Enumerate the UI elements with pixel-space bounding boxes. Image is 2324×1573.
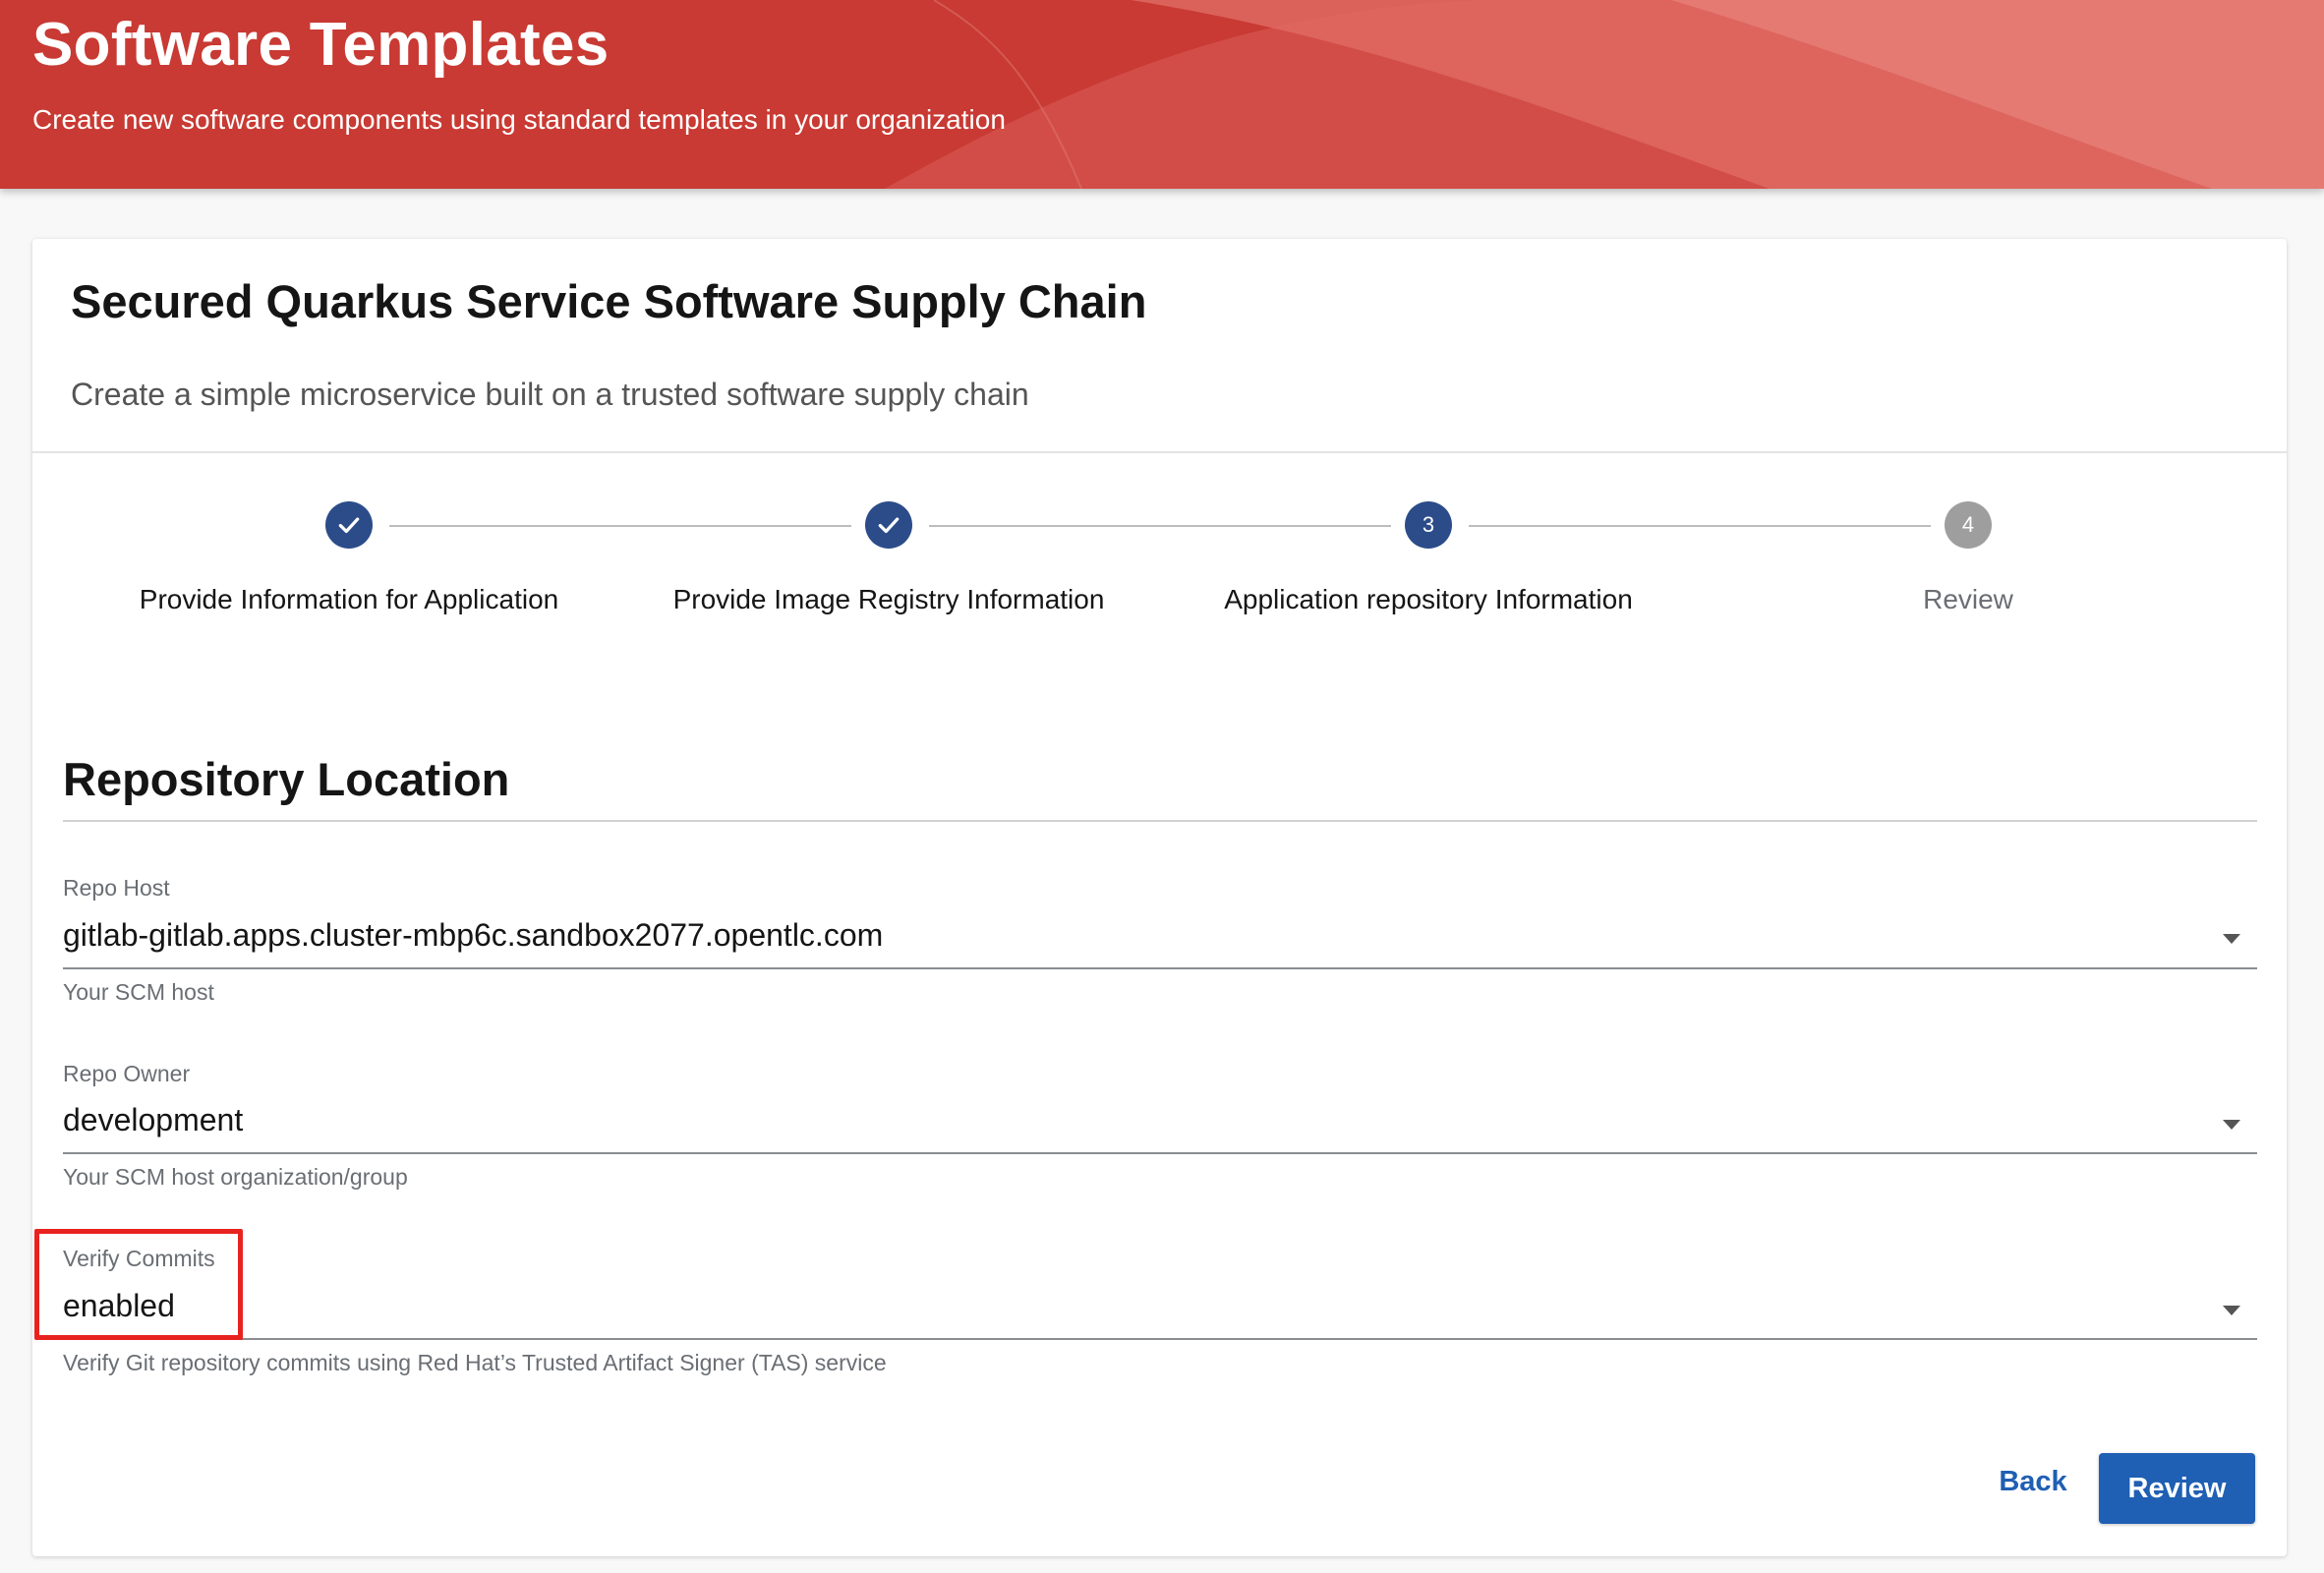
template-card: Secured Quarkus Service Software Supply …: [32, 239, 2287, 1556]
template-description: Create a simple microservice built on a …: [71, 377, 1029, 412]
repo-owner-value[interactable]: development: [63, 1102, 243, 1138]
step-connector: [929, 525, 1391, 527]
page-subtitle: Create new software components using sta…: [32, 104, 1006, 135]
page-title: Software Templates: [32, 11, 610, 79]
repo-host-label: Repo Host: [63, 875, 170, 901]
section-title: Repository Location: [63, 753, 510, 805]
step-2-label: Provide Image Registry Information: [672, 584, 1105, 614]
section-divider: [63, 820, 2257, 822]
step-4-indicator: 4: [1945, 501, 1992, 549]
review-button[interactable]: Review: [2099, 1453, 2255, 1524]
step-connector: [389, 525, 851, 527]
step-1-check-icon: [325, 501, 373, 549]
chevron-down-icon[interactable]: [2223, 1306, 2240, 1315]
step-2-check-icon: [865, 501, 912, 549]
back-button[interactable]: Back: [1979, 1454, 2087, 1509]
repo-host-underline: [63, 967, 2257, 969]
repo-owner-label: Repo Owner: [63, 1061, 191, 1086]
template-title: Secured Quarkus Service Software Supply …: [71, 275, 1147, 327]
page-header: Software Templates Create new software c…: [0, 0, 2324, 189]
highlight-annotation-box: [34, 1229, 243, 1340]
verify-commits-help: Verify Git repository commits using Red …: [63, 1350, 887, 1375]
step-4-label: Review: [1923, 584, 2013, 614]
chevron-down-icon[interactable]: [2223, 1120, 2240, 1130]
step-connector: [1469, 525, 1931, 527]
repo-owner-underline: [63, 1152, 2257, 1154]
step-1-label: Provide Information for Application: [139, 584, 559, 614]
repo-owner-help: Your SCM host organization/group: [63, 1164, 408, 1190]
step-3-indicator: 3: [1405, 501, 1452, 549]
chevron-down-icon[interactable]: [2223, 934, 2240, 944]
verify-commits-underline: [63, 1338, 2257, 1340]
step-3-label: Application repository Information: [1224, 584, 1633, 614]
repo-host-value[interactable]: gitlab-gitlab.apps.cluster-mbp6c.sandbox…: [63, 917, 883, 954]
repo-host-help: Your SCM host: [63, 979, 214, 1005]
card-divider: [32, 451, 2287, 453]
